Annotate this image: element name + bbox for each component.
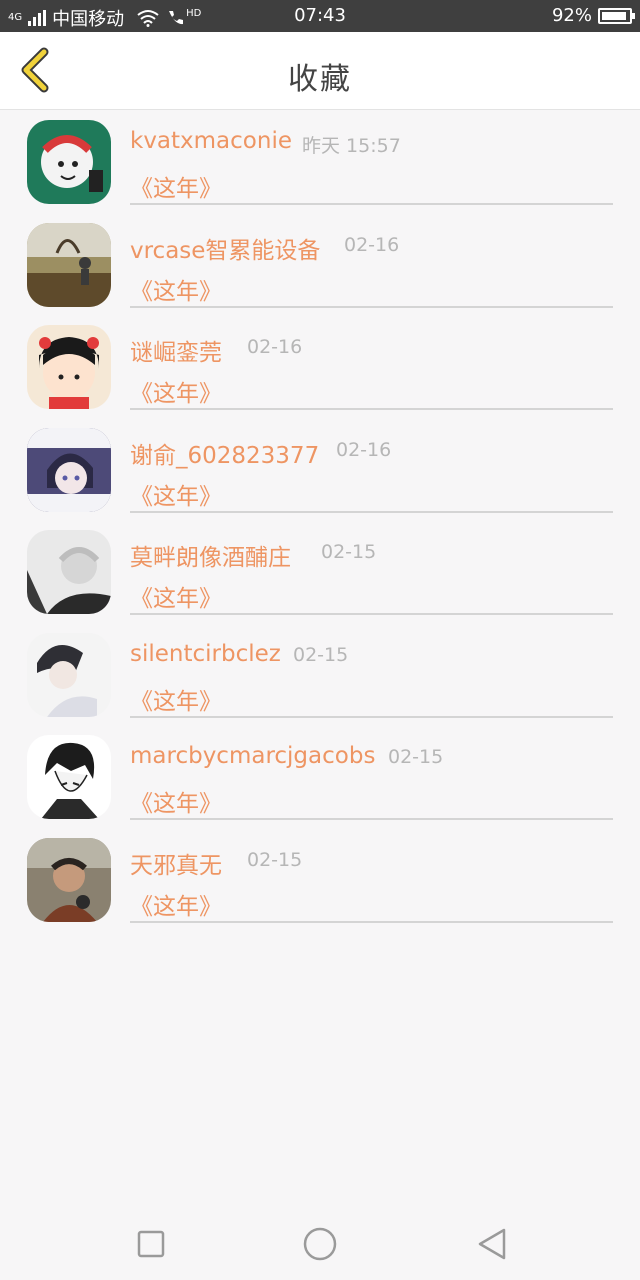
divider <box>130 613 613 615</box>
list-item[interactable]: 谜崛銮莞 02-16 《这年》 <box>0 315 640 418</box>
work-title[interactable]: 《这年》 <box>130 374 222 408</box>
divider <box>130 818 613 820</box>
list-item[interactable]: marcbycmarcjgacobs 02-15 《这年》 <box>0 725 640 828</box>
nav-back-button[interactable] <box>474 1226 510 1262</box>
status-right: 92% <box>551 5 635 26</box>
timestamp: 02-16 <box>247 336 303 358</box>
list-item[interactable]: 天邪真无 02-15 《这年》 <box>0 828 640 931</box>
list-item[interactable]: 谢俞_602823377 02-16 《这年》 <box>0 418 640 521</box>
avatar <box>27 120 111 204</box>
timestamp: 02-15 <box>293 643 349 666</box>
divider <box>130 510 613 513</box>
timestamp: 02-15 <box>247 848 303 871</box>
timestamp: 02-15 <box>321 541 377 563</box>
user-name: kvatxmaconie <box>130 128 292 154</box>
list-item[interactable]: 莫畔朗像酒酺庄 02-15 《这年》 <box>0 520 640 623</box>
page-title: 收藏 <box>288 62 352 97</box>
user-name: 谜崛銮莞 <box>130 340 222 366</box>
list-item[interactable]: kvatxmaconie 昨天 15:57 《这年》 <box>0 110 640 213</box>
recents-button[interactable] <box>133 1226 169 1262</box>
timestamp: 02-15 <box>388 746 444 768</box>
avatar <box>27 427 111 512</box>
work-title[interactable]: 《这年》 <box>130 887 222 921</box>
avatar <box>27 632 111 717</box>
work-title[interactable]: 《这年》 <box>130 579 222 613</box>
square-icon <box>137 1230 165 1258</box>
avatar <box>27 530 111 614</box>
divider <box>130 920 613 923</box>
work-title[interactable]: 《这年》 <box>130 682 222 716</box>
timestamp: 02-16 <box>336 438 392 461</box>
timestamp: 昨天 15:57 <box>302 135 401 157</box>
user-name: vrcase智累能设备 <box>130 237 321 264</box>
user-name: marcbycmarcjgacobs <box>130 743 376 769</box>
status-time: 07:43 <box>294 5 346 26</box>
list-item[interactable]: vrcase智累能设备 02-16 《这年》 <box>0 213 640 316</box>
work-title[interactable]: 《这年》 <box>130 169 222 203</box>
avatar <box>27 837 111 922</box>
user-name: 天邪真无 <box>130 852 222 879</box>
app-header: 收藏 <box>0 32 640 110</box>
circle-icon <box>303 1227 337 1261</box>
avatar <box>27 222 111 307</box>
divider <box>130 408 613 410</box>
home-button[interactable] <box>302 1226 338 1262</box>
divider <box>130 715 613 718</box>
avatar <box>27 735 111 819</box>
work-title[interactable]: 《这年》 <box>130 272 222 306</box>
avatar <box>27 325 111 409</box>
battery-fill <box>602 11 626 20</box>
timestamp: 02-16 <box>344 233 400 256</box>
triangle-back-icon <box>478 1228 506 1260</box>
work-title[interactable]: 《这年》 <box>130 477 222 511</box>
navigation-bar <box>0 1208 640 1280</box>
work-title[interactable]: 《这年》 <box>130 784 222 818</box>
user-name: 谢俞_602823377 <box>130 442 320 469</box>
battery-icon <box>598 7 635 24</box>
battery-percent: 92% <box>551 5 592 26</box>
divider <box>130 203 613 205</box>
divider <box>130 305 613 308</box>
user-name: 莫畔朗像酒酺庄 <box>130 545 291 571</box>
status-bar: 4G 中国移动 HD 07:43 92% <box>0 0 640 32</box>
list-item[interactable]: silentcirbclez 02-15 《这年》 <box>0 623 640 726</box>
favorites-list: kvatxmaconie 昨天 15:57 《这年》 vrcase智累能设备 0… <box>0 110 640 930</box>
user-name: silentcirbclez <box>130 640 281 667</box>
